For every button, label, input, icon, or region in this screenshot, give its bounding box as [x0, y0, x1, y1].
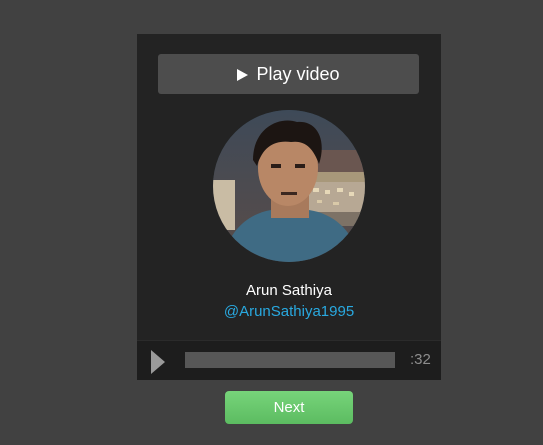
next-button[interactable]: Next: [225, 391, 353, 424]
play-icon: [237, 68, 249, 81]
avatar: [213, 110, 365, 262]
duration-label: :32: [410, 351, 431, 368]
profile-handle-link[interactable]: @ArunSathiya1995: [137, 303, 441, 320]
play-icon: [151, 350, 165, 374]
profile-name: Arun Sathiya: [246, 282, 332, 299]
play-video-button[interactable]: Play video: [158, 54, 419, 94]
video-player-controls: :32: [137, 340, 441, 380]
video-card: Play video Arun Sathiya @ArunSathiya1995…: [137, 34, 441, 380]
progress-bar[interactable]: [185, 352, 395, 368]
play-video-label: Play video: [256, 63, 340, 84]
player-play-button[interactable]: [151, 350, 165, 374]
avatar-photo: [213, 110, 365, 262]
next-button-label: Next: [273, 399, 305, 416]
